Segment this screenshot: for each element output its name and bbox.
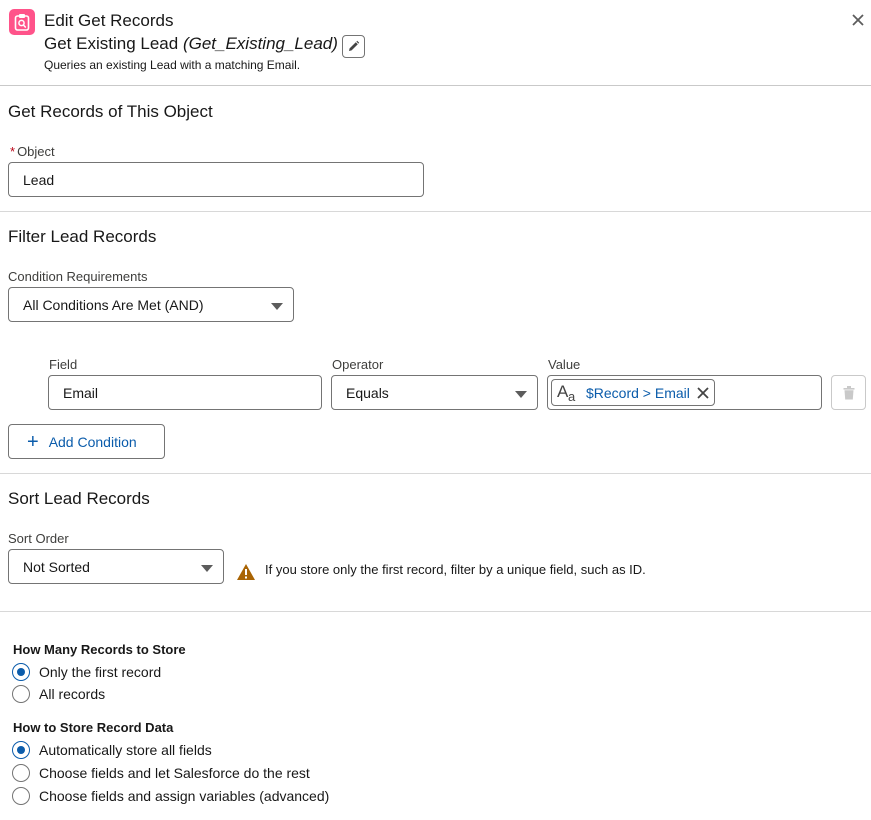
sort-order-select[interactable]: Not Sorted <box>8 549 224 584</box>
warning-text: If you store only the first record, filt… <box>265 562 646 577</box>
warning-icon <box>236 563 256 584</box>
close-icon <box>852 14 864 26</box>
operator-select[interactable]: Equals <box>331 375 538 410</box>
field-input[interactable]: Email <box>48 375 322 410</box>
radio-label: Only the first record <box>39 664 162 680</box>
radio-button[interactable] <box>12 663 30 681</box>
radio-auto-store[interactable]: Automatically store all fields <box>12 741 212 759</box>
radio-label: Choose fields and assign variables (adva… <box>39 788 330 804</box>
radio-label: All records <box>39 686 106 702</box>
object-label-text: Object <box>17 144 55 159</box>
text-type-icon-sub: a <box>568 388 576 404</box>
required-marker: * <box>10 144 16 159</box>
value-input[interactable]: A a $Record > Email <box>547 375 822 410</box>
object-label: * Object <box>10 144 55 159</box>
field-value: Email <box>63 384 99 401</box>
condition-requirements-label: Condition Requirements <box>8 269 148 284</box>
pencil-icon <box>349 40 360 51</box>
chevron-down-icon <box>271 303 283 310</box>
divider <box>0 211 871 212</box>
chevron-down-icon <box>515 391 527 398</box>
radio-label: Choose fields and let Salesforce do the … <box>39 765 310 781</box>
radio-button[interactable] <box>12 787 30 805</box>
value-pill[interactable]: A a $Record > Email <box>551 379 715 406</box>
element-description: Queries an existing Lead with a matching… <box>44 58 301 72</box>
sort-order-value: Not Sorted <box>23 558 90 575</box>
how-many-records-label: How Many Records to Store <box>13 642 186 657</box>
condition-requirements-value: All Conditions Are Met (AND) <box>23 296 204 313</box>
object-section-title: Get Records of This Object <box>8 102 213 121</box>
element-label: Get Existing Lead <box>44 34 179 53</box>
divider <box>0 611 871 612</box>
operator-value: Equals <box>346 384 389 401</box>
radio-choose-fields-variables[interactable]: Choose fields and assign variables (adva… <box>12 787 329 805</box>
delete-condition-button[interactable] <box>831 375 866 410</box>
filter-section-title: Filter Lead Records <box>8 227 157 246</box>
radio-button[interactable] <box>12 741 30 759</box>
element-api-name: (Get_Existing_Lead) <box>182 34 338 53</box>
radio-button[interactable] <box>12 685 30 703</box>
add-condition-button[interactable]: + Add Condition <box>8 424 165 459</box>
remove-pill-icon[interactable] <box>696 386 710 400</box>
divider <box>0 473 871 474</box>
chevron-down-icon <box>201 565 213 572</box>
radio-choose-fields-salesforce[interactable]: Choose fields and let Salesforce do the … <box>12 764 310 782</box>
trash-icon <box>843 386 855 400</box>
value-pill-text: $Record > Email <box>586 384 690 401</box>
radio-all-records[interactable]: All records <box>12 685 105 703</box>
text-type-icon: A a <box>556 381 578 404</box>
sort-order-label: Sort Order <box>8 531 69 546</box>
value-column-label: Value <box>548 357 581 372</box>
radio-button[interactable] <box>12 764 30 782</box>
text-type-icon-a: A <box>557 381 569 401</box>
object-value: Lead <box>23 171 55 188</box>
modal-header: Edit Get Records Get Existing Lead (Get_… <box>0 0 871 86</box>
object-input[interactable]: Lead <box>8 162 424 197</box>
modal-title: Edit Get Records <box>44 11 174 30</box>
get-records-icon <box>9 9 35 35</box>
add-condition-label: Add Condition <box>48 433 137 450</box>
radio-only-first-record[interactable]: Only the first record <box>12 663 161 681</box>
radio-label: Automatically store all fields <box>39 742 212 758</box>
add-icon: + <box>27 430 39 453</box>
operator-column-label: Operator <box>332 357 384 372</box>
condition-requirements-select[interactable]: All Conditions Are Met (AND) <box>8 287 294 322</box>
edit-element-button[interactable] <box>342 35 365 58</box>
element-name: Get Existing Lead (Get_Existing_Lead) <box>44 34 338 54</box>
close-button[interactable] <box>849 11 867 29</box>
how-to-store-label: How to Store Record Data <box>13 720 174 735</box>
sort-section-title: Sort Lead Records <box>8 489 150 508</box>
field-column-label: Field <box>49 357 78 372</box>
